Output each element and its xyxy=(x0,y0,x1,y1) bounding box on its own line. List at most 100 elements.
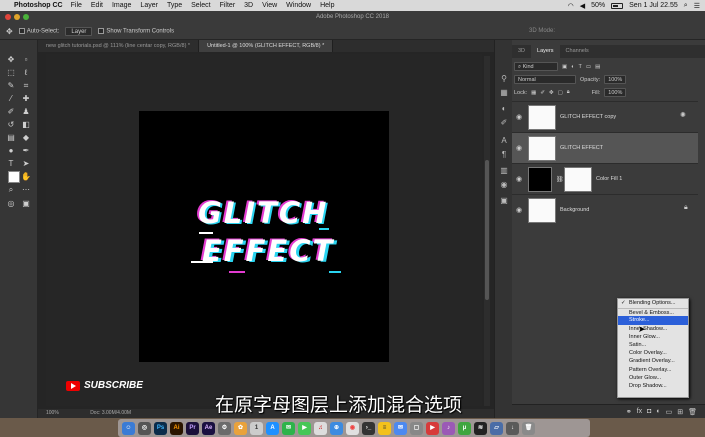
path-select-icon[interactable]: ➤ xyxy=(20,158,32,169)
brush-panel-icon[interactable]: ✐ xyxy=(499,118,509,128)
marquee-tool-icon[interactable]: ⬚ xyxy=(5,67,17,78)
layer-name[interactable]: Color Fill 1 xyxy=(596,176,622,182)
menu-list-icon[interactable]: ☰ xyxy=(694,2,700,10)
lock-paint-icon[interactable]: ✐ xyxy=(540,90,545,96)
folder-icon[interactable]: ▱ xyxy=(490,421,503,435)
filter-shape-icon[interactable]: ▭ xyxy=(586,64,591,70)
filter-smart-icon[interactable]: ▤ xyxy=(595,64,600,70)
lock-all-icon[interactable]: 🔒︎ xyxy=(567,89,570,96)
downloads-icon[interactable]: ↓ xyxy=(506,421,519,435)
opacity-field[interactable]: 100% xyxy=(604,75,627,84)
menu-3d[interactable]: 3D xyxy=(244,2,253,9)
illustrator-icon[interactable]: Ai xyxy=(170,421,183,435)
menu-layer[interactable]: Layer xyxy=(140,2,158,9)
menu-type[interactable]: Type xyxy=(167,2,182,9)
app-store-icon[interactable]: A xyxy=(266,421,279,435)
zoom-tool-icon[interactable]: ⌕ xyxy=(5,184,17,195)
menu-edit[interactable]: Edit xyxy=(91,2,103,9)
auto-select-checkbox[interactable]: Auto-Select: xyxy=(18,27,59,34)
terminal-icon[interactable]: ›_ xyxy=(362,421,375,435)
facetime-icon[interactable]: ▶ xyxy=(298,421,311,435)
eraser-tool-icon[interactable]: ◧ xyxy=(20,119,32,130)
canvas-artwork[interactable]: GLITCH GLITCH GLITCH EFFECT EFFECT EFFEC… xyxy=(139,111,389,362)
finder-icon[interactable]: ☺ xyxy=(122,421,135,435)
dodge-tool-icon[interactable]: ● xyxy=(5,145,17,156)
link-layers-icon[interactable]: ⚭ xyxy=(626,408,632,416)
more-tools-icon[interactable]: ⋯ xyxy=(20,184,32,195)
premiere-icon[interactable]: Pr xyxy=(186,421,199,435)
menu-item-stroke[interactable]: Stroke... xyxy=(618,316,688,325)
filter-kind-dropdown[interactable]: ⌕ Kind xyxy=(514,62,558,71)
healing-brush-icon[interactable]: ✚ xyxy=(20,93,32,104)
menu-item-color-overlay[interactable]: Color Overlay... xyxy=(618,349,688,357)
tab-3d[interactable]: 3D xyxy=(512,45,531,58)
trash-icon[interactable]: 🗑︎ xyxy=(688,408,697,416)
visibility-eye-icon[interactable]: ◉ xyxy=(516,144,522,152)
doc-tab-glitch-tutorials[interactable]: new glitch tutorials.psd @ 111% (line ce… xyxy=(38,40,200,52)
layer-row[interactable]: ◉ GLITCH EFFECT xyxy=(512,132,698,163)
artboard-tool-icon[interactable]: ▫ xyxy=(20,54,32,65)
layer-mask-thumbnail[interactable] xyxy=(564,167,592,192)
adjustment-layer-icon[interactable]: ◐ xyxy=(656,408,660,415)
menu-item-outer-glow[interactable]: Outer Glow... xyxy=(618,374,688,382)
utorrent-icon[interactable]: µ xyxy=(458,421,471,435)
crop-tool-icon[interactable]: ⌗ xyxy=(20,80,32,91)
zoom-level[interactable]: 100% xyxy=(46,410,59,416)
menu-filter[interactable]: Filter xyxy=(220,2,236,9)
layer-name[interactable]: GLITCH EFFECT xyxy=(560,145,603,151)
search-icon[interactable]: ⌕ xyxy=(684,2,688,10)
quick-mask-icon[interactable]: ◎ xyxy=(5,198,17,209)
auto-select-dropdown[interactable]: Layer xyxy=(65,26,93,36)
mail-icon[interactable]: ✉ xyxy=(394,421,407,435)
chrome-icon[interactable]: ◉ xyxy=(346,421,359,435)
vertical-scroll-thumb[interactable] xyxy=(485,160,489,300)
zoom-window-button[interactable] xyxy=(23,14,29,20)
blur-tool-icon[interactable]: ◆ xyxy=(20,132,32,143)
new-group-icon[interactable]: ▭ xyxy=(666,408,673,416)
music-icon[interactable]: ♫ xyxy=(314,421,327,435)
menu-window[interactable]: Window xyxy=(286,2,311,9)
lock-artboard-icon[interactable]: ▢ xyxy=(558,90,563,96)
menu-image[interactable]: Image xyxy=(112,2,131,9)
visibility-eye-icon[interactable]: ◉ xyxy=(516,113,522,121)
fill-field[interactable]: 100% xyxy=(604,88,627,97)
visibility-eye-icon[interactable]: ◉ xyxy=(516,175,522,183)
after-effects-icon[interactable]: Ae xyxy=(202,421,215,435)
clone-stamp-icon[interactable]: ♟ xyxy=(20,106,32,117)
trash-icon[interactable]: 🗑︎ xyxy=(522,421,535,435)
type-tool-icon[interactable]: T xyxy=(5,158,17,169)
photoshop-icon[interactable]: Ps xyxy=(154,421,167,435)
photos-icon[interactable]: ✿ xyxy=(234,421,247,435)
calendar-icon[interactable]: 1 xyxy=(250,421,263,435)
layer-row[interactable]: ◉ GLITCH EFFECT copy ✺ xyxy=(512,101,698,132)
lock-position-icon[interactable]: ✥ xyxy=(549,90,554,96)
menu-item-blending-options[interactable]: ✓ Blending Options... xyxy=(618,299,688,307)
transform-controls-checkbox[interactable]: Show Transform Controls xyxy=(98,27,174,34)
tab-layers[interactable]: Layers xyxy=(531,45,560,58)
layer-effects-icon[interactable]: ✺ xyxy=(680,111,686,119)
adjustments-panel-icon[interactable]: ◐ xyxy=(499,104,509,114)
color-panel-icon[interactable]: ◉ xyxy=(499,180,509,190)
messages-icon[interactable]: ✉ xyxy=(282,421,295,435)
foreground-color-swatch[interactable] xyxy=(8,171,20,183)
lock-pixels-icon[interactable]: ▦ xyxy=(531,90,536,96)
properties-panel-icon[interactable]: ▦ xyxy=(499,88,509,98)
wifi-icon[interactable]: ◠ xyxy=(568,2,574,10)
layer-name[interactable]: Background xyxy=(560,207,589,213)
fx-icon[interactable]: fx xyxy=(637,408,642,415)
doc-size[interactable]: Doc: 3.00M/4.00M xyxy=(90,410,131,416)
menu-item-inner-shadow[interactable]: Inner Shadow... xyxy=(618,325,688,333)
layer-name[interactable]: GLITCH EFFECT copy xyxy=(560,114,616,120)
itunes-icon[interactable]: ♪ xyxy=(442,421,455,435)
paragraph-panel-icon[interactable]: ¶ xyxy=(499,150,509,160)
character-panel-icon[interactable]: A xyxy=(499,136,509,146)
menu-item-bevel-emboss[interactable]: Bevel & Emboss... xyxy=(618,308,688,316)
menu-item-inner-glow[interactable]: Inner Glow... xyxy=(618,333,688,341)
notes-icon[interactable]: ≡ xyxy=(378,421,391,435)
system-preferences-icon[interactable]: ⚙ xyxy=(218,421,231,435)
menu-select[interactable]: Select xyxy=(191,2,210,9)
tab-channels[interactable]: Channels xyxy=(560,45,595,58)
layer-row[interactable]: ◉ ⛓ Color Fill 1 xyxy=(512,163,698,194)
new-layer-icon[interactable]: ⊞ xyxy=(677,408,683,416)
menu-view[interactable]: View xyxy=(262,2,277,9)
